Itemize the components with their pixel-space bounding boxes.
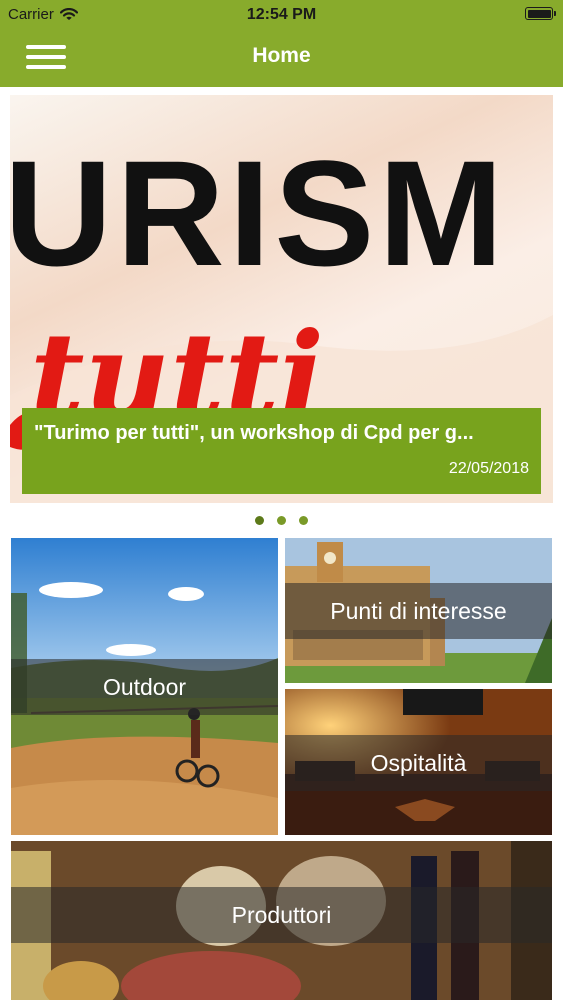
- news-slider[interactable]: URISM tutti "Turimo per tutti", un works…: [10, 95, 553, 503]
- page-indicator[interactable]: [0, 516, 563, 525]
- slide-caption-date: 22/05/2018: [448, 460, 529, 477]
- tile-points-of-interest[interactable]: Punti di interesse: [285, 538, 552, 683]
- slide-caption[interactable]: "Turimo per tutti", un workshop di Cpd p…: [22, 408, 541, 494]
- navigation-bar: Home: [0, 30, 563, 87]
- tile-producers-label: Produttori: [11, 887, 552, 943]
- page-title: Home: [252, 44, 311, 67]
- hero-image-text: URISM: [10, 129, 507, 297]
- page-dot-1[interactable]: [255, 516, 264, 525]
- tile-points-of-interest-label: Punti di interesse: [285, 583, 552, 639]
- status-time: 12:54 PM: [246, 6, 317, 23]
- tile-hospitality-label: Ospitalità: [285, 735, 552, 791]
- tile-outdoor-label: Outdoor: [11, 659, 278, 715]
- status-bar: Carrier 12:54 PM: [0, 0, 563, 30]
- slide-caption-title: "Turimo per tutti", un workshop di Cpd p…: [34, 422, 474, 444]
- tile-outdoor[interactable]: Outdoor: [11, 538, 278, 835]
- page-dot-2[interactable]: [277, 516, 286, 525]
- battery-icon: [525, 7, 556, 20]
- tile-producers[interactable]: Produttori: [11, 841, 552, 1000]
- tile-hospitality[interactable]: Ospitalità: [285, 689, 552, 835]
- page-dot-3[interactable]: [299, 516, 308, 525]
